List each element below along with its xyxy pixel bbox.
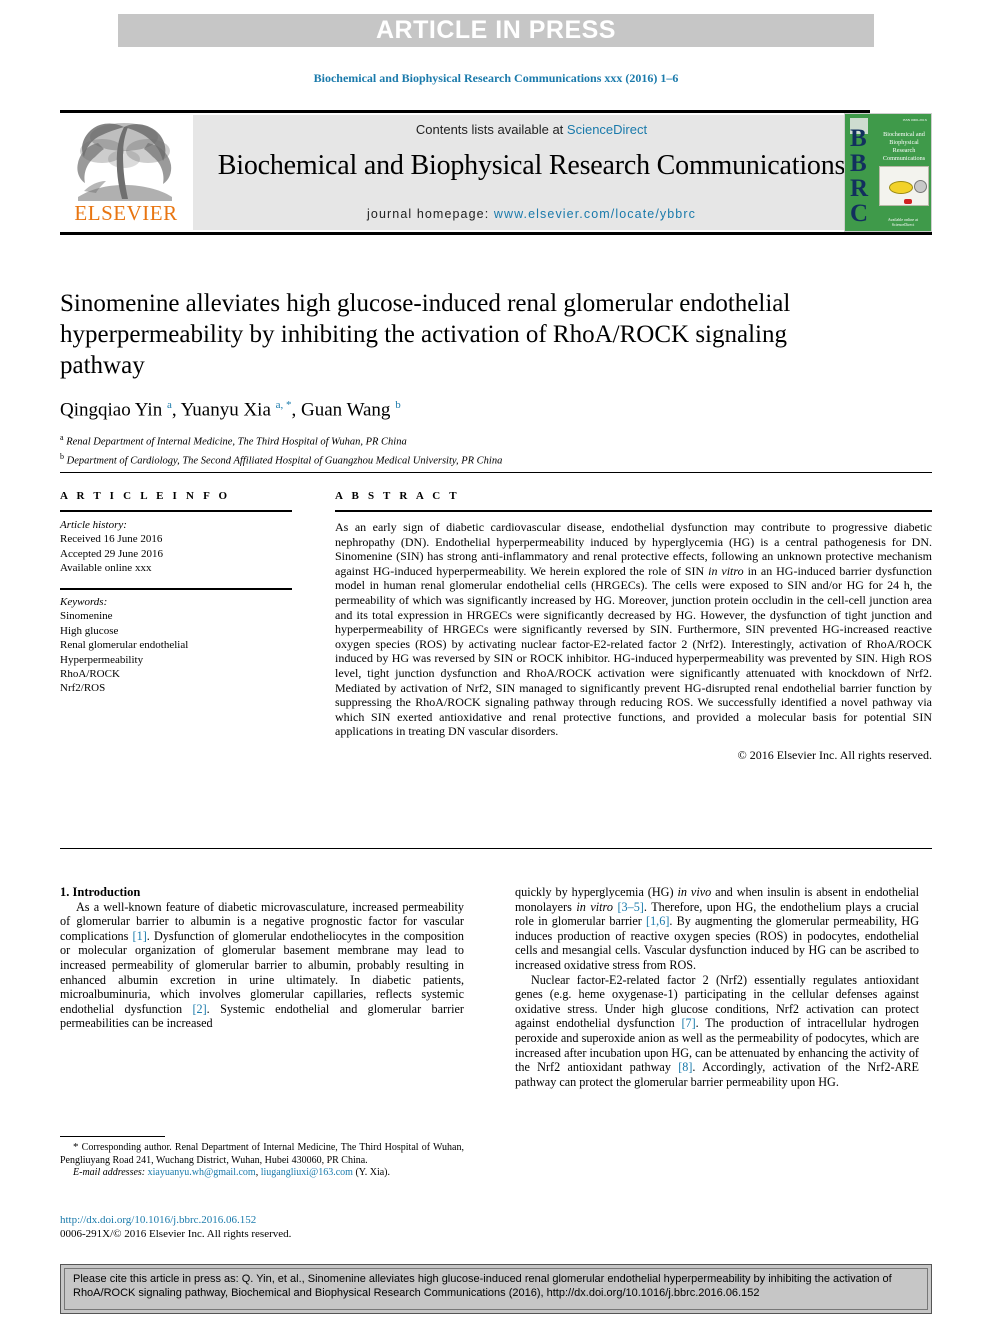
cover-footer-text: Available online at ScienceDirect <box>887 217 919 227</box>
article-info-column: Article history: Received 16 June 2016 A… <box>60 518 292 576</box>
affiliation-item: b Department of Cardiology, The Second A… <box>60 450 860 469</box>
abstract-heading: A B S T R A C T <box>335 490 460 502</box>
journal-title: Biochemical and Biophysical Research Com… <box>217 150 846 181</box>
doi-link[interactable]: http://dx.doi.org/10.1016/j.bbrc.2016.06… <box>60 1213 480 1227</box>
article-history-group: Article history: Received 16 June 2016 A… <box>60 518 292 576</box>
article-history-label: Article history: <box>60 519 127 531</box>
email-addresses-label: E-mail addresses: <box>73 1167 146 1179</box>
history-item: Accepted 29 June 2016 <box>60 547 163 560</box>
keyword-item: High glucose <box>60 624 119 637</box>
body-column-left: 1. Introduction As a well-known feature … <box>60 885 464 1031</box>
cover-figure <box>879 166 929 206</box>
contents-prefix: Contents lists available at <box>415 122 567 137</box>
page-title: Sinomenine alleviates high glucose-induc… <box>60 290 791 379</box>
keyword-item: Hyperpermeability <box>60 653 144 666</box>
affiliation-item: a Renal Department of Internal Medicine,… <box>60 431 860 450</box>
abstract-heading-rule <box>335 510 932 512</box>
keywords-divider-rule <box>60 588 292 590</box>
cite-this-article-text: Please cite this article in press as: Q.… <box>64 1268 928 1310</box>
cite-this-article-box: Please cite this article in press as: Q.… <box>60 1264 932 1314</box>
email-link-secondary[interactable]: liugangliuxi@163.com <box>261 1167 353 1178</box>
cover-issn-text: ISSN 0006-291X <box>902 118 927 122</box>
email-addresses-note: E-mail addresses: xiayuanyu.wh@gmail.com… <box>60 1167 464 1180</box>
keywords-label: Keywords: <box>60 596 108 608</box>
affiliation-text: Renal Department of Internal Medicine, T… <box>66 436 407 448</box>
abstract-column: As an early sign of diabetic cardiovascu… <box>335 520 932 763</box>
homepage-label: journal homepage: <box>367 207 494 221</box>
journal-homepage-link[interactable]: www.elsevier.com/locate/ybbrc <box>494 207 696 221</box>
article-in-press-banner: ARTICLE IN PRESS <box>118 14 874 47</box>
abstract-copyright: © 2016 Elsevier Inc. All rights reserved… <box>737 747 932 762</box>
title-author-block: Sinomenine alleviates high glucose-induc… <box>60 288 860 468</box>
separator-below-abstract <box>60 848 932 849</box>
author-list: Qingqiao Yin a, Yuanyu Xia a, *, Guan Wa… <box>60 399 401 421</box>
journal-cover-thumbnail: ISSN 0006-291X BBRC Biochemical and Biop… <box>844 113 932 232</box>
keyword-item: Renal glomerular endothelial <box>60 639 189 652</box>
keyword-item: RhoA/ROCK <box>60 668 120 681</box>
cover-figure-cell <box>889 181 913 204</box>
keyword-item: Nrf2/ROS <box>60 682 106 695</box>
contents-lists-line: Contents lists available at ScienceDirec… <box>193 122 870 137</box>
section-heading-introduction: 1. Introduction <box>60 885 141 899</box>
elsevier-wordmark: ELSEVIER <box>74 201 178 225</box>
body-paragraph: quickly by hyperglycemia (HG) in vivo an… <box>515 885 919 972</box>
affiliation-text: Department of Cardiology, The Second Aff… <box>66 455 503 467</box>
elsevier-logo: ELSEVIER <box>62 115 190 230</box>
body-column-right: quickly by hyperglycemia (HG) in vivo an… <box>515 885 919 1089</box>
cover-bbrc-letters: BBRC <box>850 125 869 227</box>
sciencedirect-link[interactable]: ScienceDirect <box>567 122 647 137</box>
journal-homepage-line: journal homepage: www.elsevier.com/locat… <box>193 207 870 221</box>
footnote-block: * Corresponding author. Renal Department… <box>60 1141 464 1180</box>
journal-header: ELSEVIER Contents lists available at Sci… <box>60 110 932 235</box>
doi-block: http://dx.doi.org/10.1016/j.bbrc.2016.06… <box>60 1213 480 1241</box>
header-rule-bottom <box>60 232 932 235</box>
running-head-citation: Biochemical and Biophysical Research Com… <box>313 71 679 85</box>
body-paragraph: As a well-known feature of diabetic micr… <box>60 899 464 1031</box>
email-attribution: (Y. Xia). <box>355 1167 390 1179</box>
info-heading-rule <box>60 510 292 512</box>
affiliation-list: a Renal Department of Internal Medicine,… <box>60 431 860 468</box>
cover-figure-organelle <box>914 180 927 193</box>
affiliation-marker: a <box>60 433 64 443</box>
corresponding-author-note: * Corresponding author. Renal Department… <box>60 1141 464 1166</box>
header-rule-top <box>60 110 870 113</box>
elsevier-tree-icon <box>77 123 172 201</box>
issn-copyright-line: 0006-291X/© 2016 Elsevier Inc. All right… <box>60 1228 292 1240</box>
history-item: Received 16 June 2016 <box>60 533 163 546</box>
cover-journal-title: Biochemical and Biophysical Research Com… <box>882 131 926 162</box>
cover-figure-nucleus <box>904 199 912 204</box>
body-paragraph: Nuclear factor-E2-related factor 2 (Nrf2… <box>515 972 919 1089</box>
separator-above-info <box>60 472 932 473</box>
keywords-column: Keywords: Sinomenine High glucose Renal … <box>60 595 292 696</box>
journal-header-panel: Contents lists available at ScienceDirec… <box>193 115 870 230</box>
email-link-primary[interactable]: xiayuanyu.wh@gmail.com <box>148 1167 256 1178</box>
history-item: Available online xxx <box>60 562 152 575</box>
keyword-item: Sinomenine <box>60 610 113 623</box>
abstract-text: As an early sign of diabetic cardiovascu… <box>335 520 932 739</box>
affiliation-marker: b <box>60 451 64 461</box>
article-info-heading: A R T I C L E I N F O <box>60 490 231 502</box>
article-in-press-label: ARTICLE IN PRESS <box>376 16 616 44</box>
footnote-separator-rule <box>60 1136 165 1137</box>
